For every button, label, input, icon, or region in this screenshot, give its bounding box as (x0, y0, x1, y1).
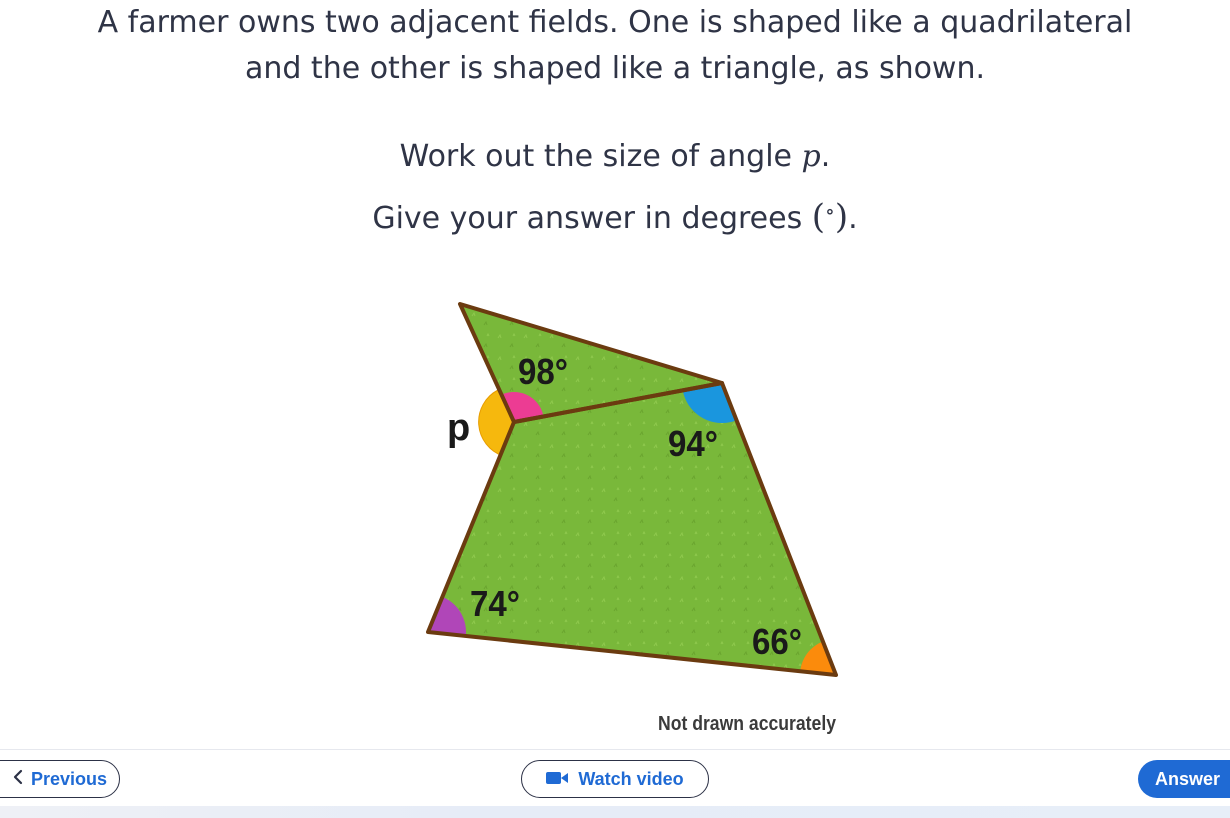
question-line-3-prefix: Work out the size of angle (399, 139, 802, 174)
quadrilateral-outline (426, 381, 838, 677)
answer-label: Answer (1155, 768, 1221, 789)
close-paren: ) (834, 197, 849, 237)
angle-p-marker (478, 389, 515, 457)
angle-98-marker (484, 392, 544, 422)
angle-66-marker (800, 639, 836, 675)
angle-label-94: 94° (668, 423, 718, 464)
previous-button[interactable]: Previous (0, 760, 120, 798)
angle-label-98: 98° (518, 351, 568, 392)
question-line-4-prefix: Give your answer in degrees (372, 201, 812, 236)
angle-label-p: p (447, 407, 470, 449)
angle-label-74: 74° (470, 583, 520, 624)
bottom-bar (0, 806, 1230, 818)
watch-video-button[interactable]: Watch video (521, 760, 709, 798)
question-line-3: Work out the size of angle p. (0, 134, 1230, 180)
chevron-left-icon (13, 769, 23, 790)
footer-divider (0, 749, 1230, 750)
question-line-1: A farmer owns two adjacent fields. One i… (97, 5, 1133, 40)
question-line-4-suffix: . (848, 201, 858, 236)
angle-94-marker (682, 383, 762, 423)
angle-label-66: 66° (752, 621, 802, 662)
degree-symbol: ∘ (825, 199, 835, 223)
triangle-field (460, 304, 722, 422)
question-line-4: Give your answer in degrees (∘). (0, 188, 1230, 242)
video-camera-icon (546, 769, 570, 790)
watch-video-label: Watch video (578, 768, 684, 789)
fields-diagram: 98° 94° 74° 66° p Not drawn accurately (426, 302, 838, 735)
question-line-2: and the other is shaped like a triangle,… (244, 51, 986, 86)
question-line-3-suffix: . (820, 139, 831, 174)
open-paren: ( (811, 197, 826, 237)
not-drawn-accurately-note: Not drawn accurately (658, 713, 837, 735)
answer-button[interactable]: Answer (1138, 760, 1230, 798)
angle-variable: p (801, 139, 821, 174)
previous-label: Previous (30, 768, 108, 789)
quadrilateral-field (428, 383, 836, 675)
angle-74-marker (428, 594, 466, 670)
triangle-outline (458, 302, 724, 424)
